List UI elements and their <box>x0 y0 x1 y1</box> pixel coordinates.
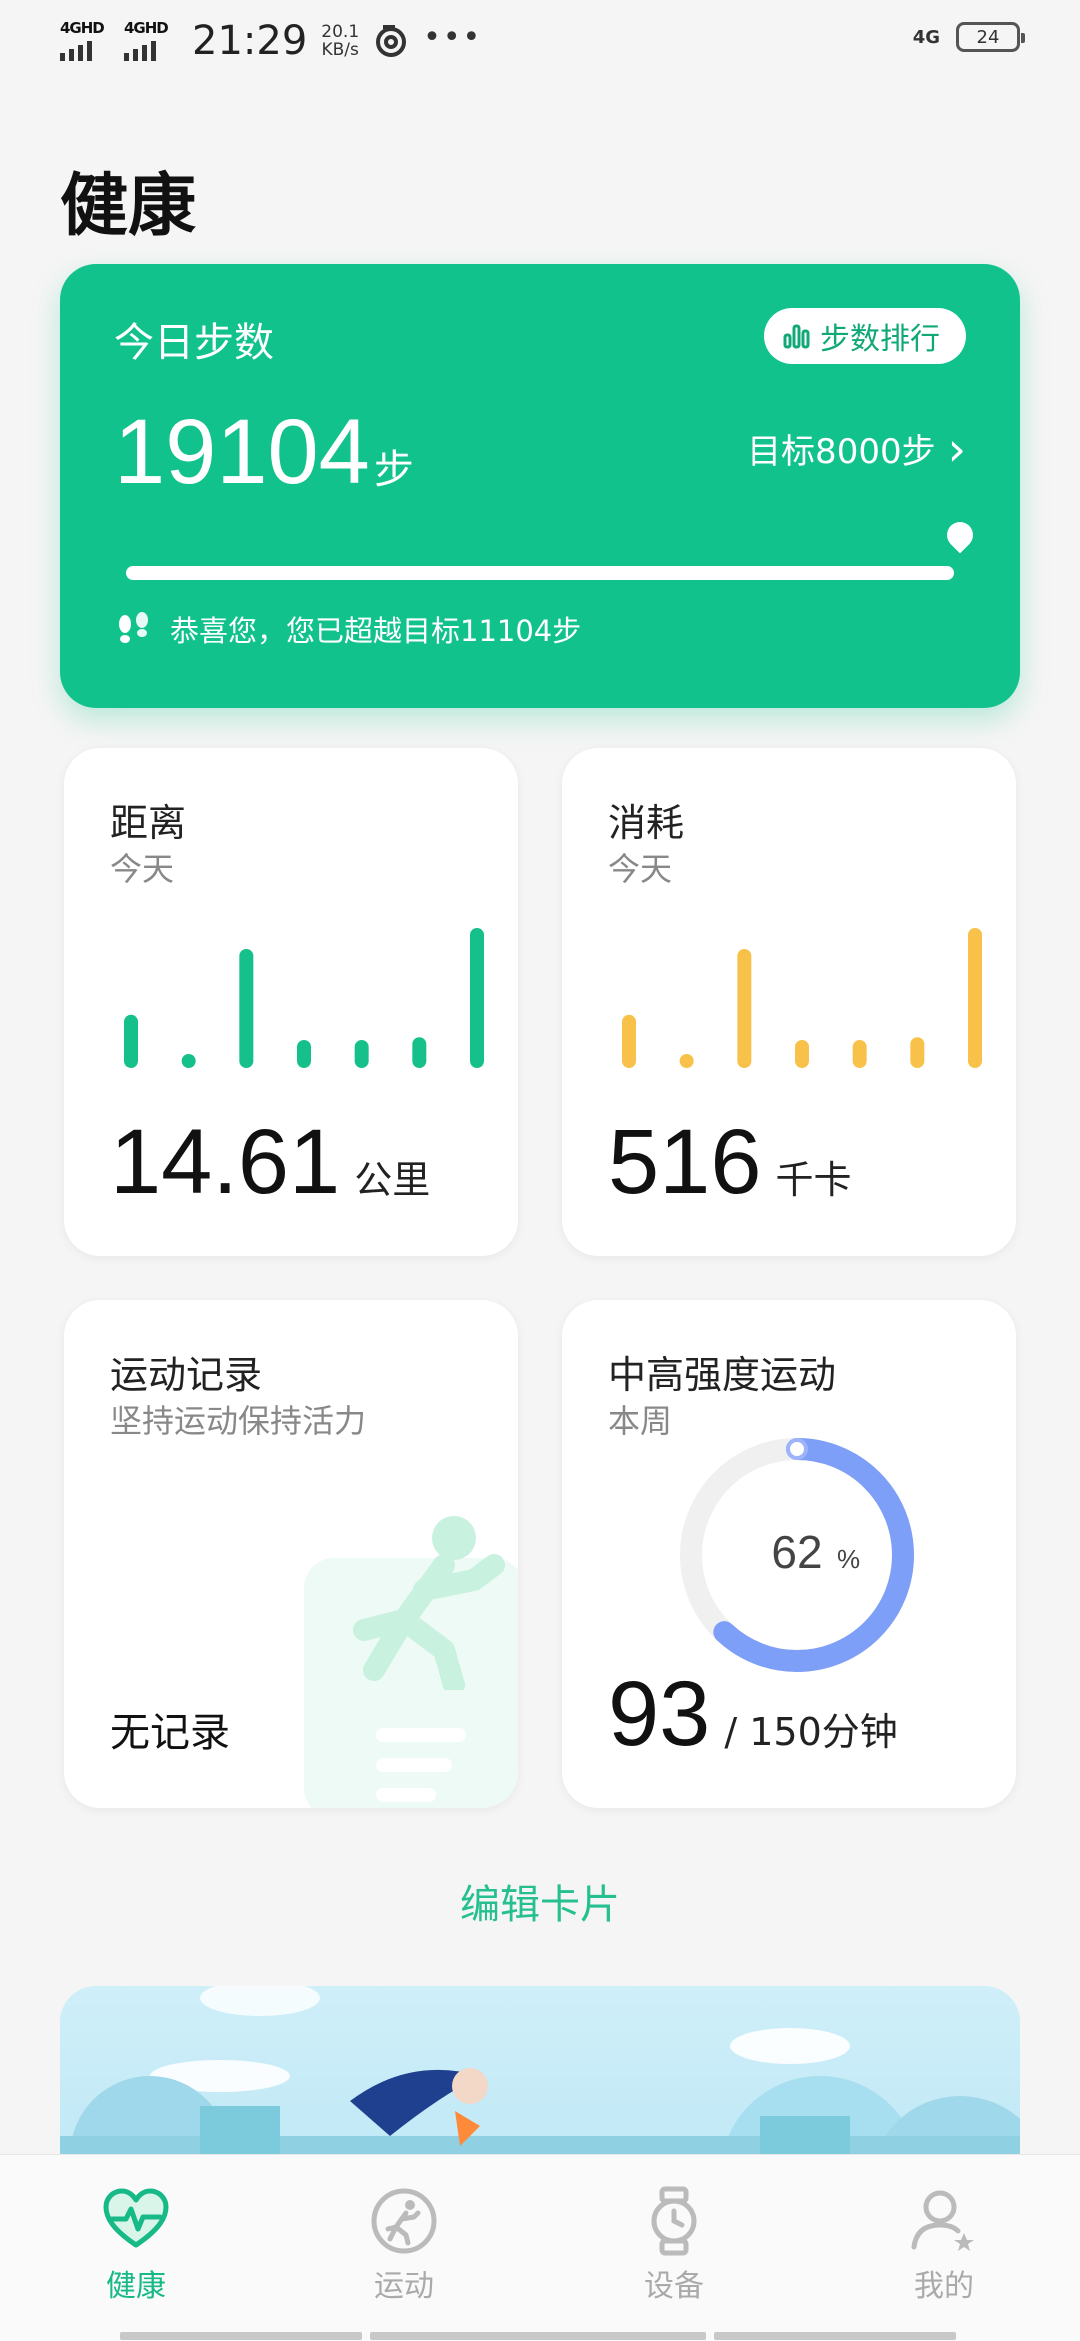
distance-bar <box>239 949 254 1068</box>
distance-bar <box>124 1014 138 1068</box>
intensity-period: 本周 <box>608 1402 673 1440</box>
status-time: 21:29 <box>192 18 308 64</box>
steps-value: 19104 步 <box>114 400 414 505</box>
congrats-message: 恭喜您，您已超越目标11104步 <box>114 608 581 650</box>
bar-chart-icon <box>783 324 810 349</box>
network-speed: 20.1 KB/s <box>321 22 360 60</box>
page-title: 健康 <box>60 167 197 246</box>
distance-metric: 14.61 公里 <box>110 1110 430 1215</box>
calorie-bar <box>737 949 752 1068</box>
distance-bar <box>297 1040 311 1068</box>
bottom-navigation: 健康 运动 设备 我的 <box>0 2154 1080 2341</box>
calorie-metric: 516 千卡 <box>608 1110 852 1215</box>
steps-progress-bar <box>126 566 954 580</box>
distance-title: 距离 <box>110 801 187 845</box>
step-goal-link[interactable]: 目标8000步 › <box>747 424 966 473</box>
heart-pulse-icon <box>103 2188 169 2248</box>
nav-item-health[interactable]: 健康 <box>36 2185 236 2305</box>
gesture-bar <box>120 2332 960 2340</box>
calorie-unit: 千卡 <box>775 1158 852 1202</box>
intensity-ring-knob <box>786 1438 808 1460</box>
workout-record-card[interactable]: 运动记录 坚持运动保持活力 无记录 <box>64 1300 518 1808</box>
distance-value: 14.61 <box>110 1111 341 1213</box>
running-icon <box>371 2188 437 2254</box>
chevron-right-icon: › <box>947 421 966 476</box>
distance-bar <box>181 1054 196 1068</box>
calorie-period: 今天 <box>608 850 673 888</box>
workout-title: 运动记录 <box>110 1353 263 1397</box>
calorie-bar <box>679 1054 694 1068</box>
intensity-card[interactable]: 中高强度运动 本周 62 % 93 / 150分钟 <box>562 1300 1016 1808</box>
nav-item-device[interactable]: 设备 <box>574 2185 774 2305</box>
distance-unit: 公里 <box>354 1158 431 1202</box>
nav-item-exercise[interactable]: 运动 <box>304 2185 504 2305</box>
steps-card[interactable]: 今日步数 步数排行 19104 步 目标8000步 › 恭喜您，您已超越目标11… <box>60 264 1020 708</box>
sim1-signal-icon: 4GHD <box>60 19 110 63</box>
watch-icon <box>651 2186 697 2256</box>
distance-period: 今天 <box>110 850 175 888</box>
calorie-bar <box>795 1040 809 1068</box>
nav-label-profile: 我的 <box>914 2269 974 2304</box>
step-goal-label: 目标8000步 <box>747 432 936 472</box>
distance-bar <box>412 1037 427 1068</box>
distance-bar-chart <box>124 928 484 1068</box>
intensity-percent-sign: % <box>837 1544 860 1574</box>
calorie-value: 516 <box>608 1111 762 1213</box>
profile-icon <box>911 2190 974 2251</box>
edit-cards-button[interactable]: 编辑卡片 <box>0 1872 1080 1930</box>
intensity-progress-ring: 62 % <box>680 1438 914 1672</box>
sim2-signal-icon: 4GHD <box>124 19 174 63</box>
calorie-bar <box>968 928 982 1068</box>
nav-item-profile[interactable]: 我的 <box>844 2185 1044 2305</box>
mobile-data-icon: 4G <box>912 26 940 48</box>
step-ranking-button[interactable]: 步数排行 <box>764 308 966 364</box>
distance-bar <box>470 928 484 1068</box>
runner-figure-icon <box>353 1516 505 1690</box>
step-ranking-label: 步数排行 <box>820 322 940 357</box>
calorie-bar <box>910 1037 925 1068</box>
goal-marker-icon <box>941 516 979 554</box>
steps-unit: 步 <box>373 447 414 493</box>
nav-label-device: 设备 <box>644 2269 704 2304</box>
more-notifications-icon: ••• <box>423 19 483 55</box>
distance-bar <box>354 1040 369 1068</box>
intensity-value: 93 <box>608 1663 711 1765</box>
nav-label-health: 健康 <box>106 2269 166 2304</box>
status-bar: 4GHD 4GHD 21:29 20.1 KB/s ••• 4G 24 <box>0 0 1080 84</box>
app-notification-icon <box>376 25 407 57</box>
calorie-bar <box>622 1014 636 1068</box>
footprints-icon <box>119 612 148 643</box>
calorie-bar <box>852 1040 867 1068</box>
nav-label-exercise: 运动 <box>374 2269 434 2304</box>
battery-icon: 24 <box>956 22 1025 52</box>
workout-subtitle: 坚持运动保持活力 <box>110 1402 367 1440</box>
calorie-title: 消耗 <box>608 801 685 845</box>
steps-card-title: 今日步数 <box>114 320 274 366</box>
steps-count: 19104 <box>114 401 370 503</box>
calorie-bar-chart <box>622 928 982 1068</box>
intensity-percent: 62 <box>771 1526 822 1578</box>
calorie-card[interactable]: 消耗 今天 516 千卡 <box>562 748 1016 1256</box>
workout-status: 无记录 <box>110 1710 230 1756</box>
distance-card[interactable]: 距离 今天 14.61 公里 <box>64 748 518 1256</box>
intensity-target: / 150分钟 <box>724 1710 898 1754</box>
intensity-title: 中高强度运动 <box>608 1353 837 1397</box>
intensity-metric: 93 / 150分钟 <box>608 1662 898 1767</box>
congrats-text: 恭喜您，您已超越目标11104步 <box>170 614 582 648</box>
